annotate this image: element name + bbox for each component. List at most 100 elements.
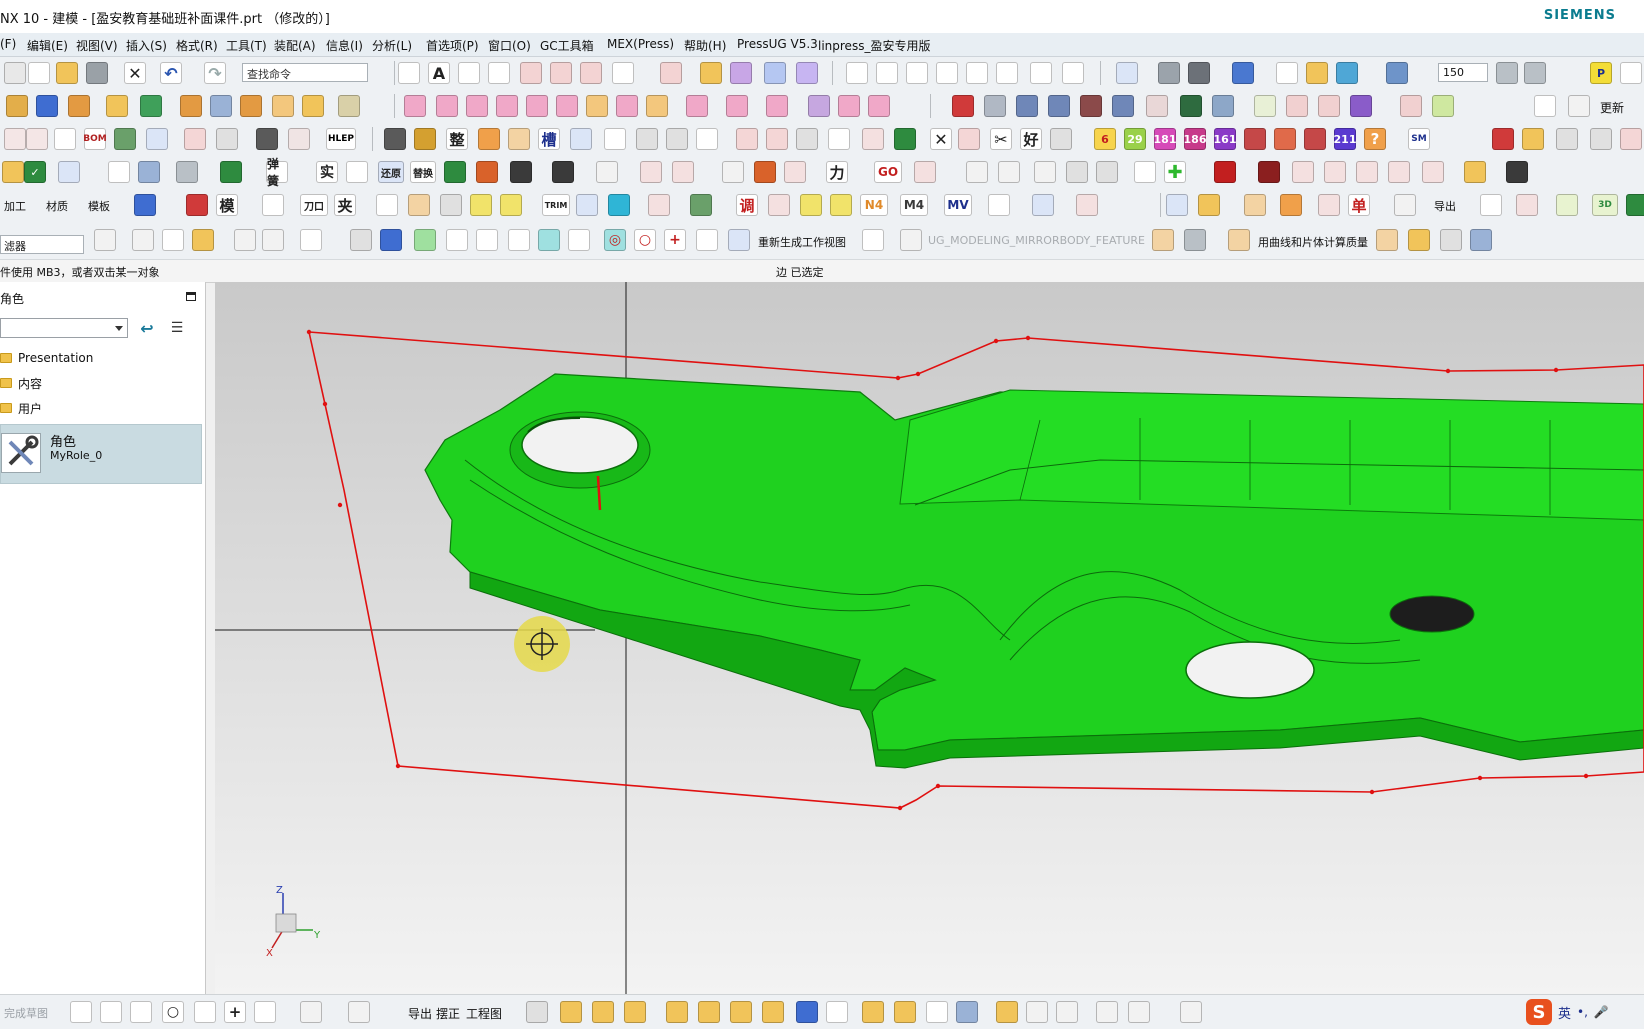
red-tool-icon[interactable] xyxy=(952,95,974,117)
layer-toggle-icon[interactable] xyxy=(1516,194,1538,216)
maximize-icon[interactable] xyxy=(186,292,196,301)
extract-curve-icon[interactable] xyxy=(700,62,722,84)
my-standard-icon[interactable] xyxy=(1556,194,1578,216)
red-arrow-icon[interactable] xyxy=(1214,161,1236,183)
mounting-hole[interactable] xyxy=(521,416,639,474)
mirror-gear-icon[interactable] xyxy=(988,194,1010,216)
black-square-icon[interactable] xyxy=(510,161,532,183)
end-point-icon[interactable] xyxy=(414,229,436,251)
yellow-sq-icon[interactable] xyxy=(1464,161,1486,183)
number-181-icon[interactable]: 181 xyxy=(1154,128,1176,150)
smooth-curve-icon[interactable] xyxy=(1062,62,1084,84)
green-flag-icon[interactable] xyxy=(220,161,242,183)
wave-link-icon[interactable] xyxy=(862,1001,884,1023)
thicken-icon[interactable] xyxy=(586,95,608,117)
mass-calc-icon[interactable] xyxy=(1228,229,1250,251)
blue-box-icon[interactable] xyxy=(1470,229,1492,251)
assembly-cut-icon[interactable] xyxy=(1096,1001,1118,1023)
tooth-icon[interactable] xyxy=(648,194,670,216)
edit-tool-icon[interactable] xyxy=(1180,1001,1202,1023)
help-question-icon[interactable]: ? xyxy=(1364,128,1386,150)
open-folder-icon[interactable] xyxy=(56,62,78,84)
calligraphy-icon[interactable] xyxy=(26,128,48,150)
dots-icon[interactable] xyxy=(1166,194,1188,216)
gears-icon[interactable] xyxy=(1128,1001,1150,1023)
gear-tool-icon[interactable] xyxy=(1212,95,1234,117)
print-icon[interactable] xyxy=(86,62,108,84)
paperclip-icon[interactable] xyxy=(996,1001,1018,1023)
red-glyph-icon[interactable] xyxy=(184,128,206,150)
patch-icon[interactable] xyxy=(646,95,668,117)
studio-spline-icon[interactable] xyxy=(194,1001,216,1023)
slash-icon[interactable] xyxy=(1480,194,1502,216)
stopper-icon[interactable] xyxy=(1432,95,1454,117)
grid-snap-icon[interactable] xyxy=(862,229,884,251)
rectangle-select-icon[interactable] xyxy=(300,229,322,251)
circle-center-icon[interactable]: ◎ xyxy=(604,229,626,251)
die-icon[interactable] xyxy=(6,95,28,117)
cut-tool-icon[interactable] xyxy=(984,95,1006,117)
align-button[interactable]: 摆正 xyxy=(436,1005,460,1022)
zoom-combo[interactable]: 150 xyxy=(1438,63,1488,82)
mounting-hole[interactable] xyxy=(1389,595,1475,633)
clamp-icon[interactable]: 夹 xyxy=(334,194,356,216)
number-161-icon[interactable]: 161 xyxy=(1214,128,1236,150)
yellow-sheet-icon[interactable] xyxy=(1522,128,1544,150)
regenerate-view-icon[interactable] xyxy=(728,229,750,251)
orient-view-icon[interactable] xyxy=(1232,62,1254,84)
number-186-icon[interactable]: 186 xyxy=(1184,128,1206,150)
menu-file[interactable]: (F) xyxy=(0,37,16,51)
window-layout-icon[interactable] xyxy=(1620,62,1642,84)
cao-icon[interactable]: 槽 xyxy=(538,128,560,150)
menu-view[interactable]: 视图(V) xyxy=(76,37,118,54)
hole-icon[interactable] xyxy=(180,95,202,117)
link-icon[interactable] xyxy=(1134,161,1156,183)
layer-icon[interactable] xyxy=(1524,62,1546,84)
mirror-feature-label[interactable]: UG_MODELING_MIRRORBODY_FEATURE xyxy=(928,234,1145,247)
play-icon[interactable] xyxy=(552,161,574,183)
mirror-icon[interactable] xyxy=(838,95,860,117)
menu-edit[interactable]: 编辑(E) xyxy=(27,37,68,54)
menu-gc-toolbox[interactable]: GC工具箱 xyxy=(540,37,594,54)
list-view-icon[interactable]: ☰ xyxy=(166,317,188,339)
single-icon[interactable]: 单 xyxy=(1348,194,1370,216)
quadrant-icon[interactable]: ○ xyxy=(634,229,656,251)
point-on-curve-icon[interactable] xyxy=(696,229,718,251)
close-x-icon[interactable]: ✕ xyxy=(930,128,952,150)
sphere-icon[interactable] xyxy=(134,194,156,216)
return-arrow-icon[interactable]: ↩ xyxy=(136,317,158,339)
reference-set-icon[interactable] xyxy=(926,1001,948,1023)
pink-label-icon[interactable] xyxy=(640,161,662,183)
pin-icon[interactable] xyxy=(1048,95,1070,117)
export-label[interactable]: 导出 xyxy=(1434,198,1456,214)
material-label[interactable]: 材质 xyxy=(46,198,68,214)
angle-icon[interactable] xyxy=(348,1001,370,1023)
layout-icon[interactable] xyxy=(1534,95,1556,117)
dark-red-icon[interactable] xyxy=(1258,161,1280,183)
menu-format[interactable]: 格式(R) xyxy=(176,37,218,54)
mv-move-icon[interactable]: MV xyxy=(944,194,972,216)
polygon-icon[interactable] xyxy=(254,1001,276,1023)
yellow-frame-icon[interactable] xyxy=(2,161,24,183)
brush-icon[interactable] xyxy=(754,161,776,183)
wear-plate-icon[interactable] xyxy=(1318,95,1340,117)
fold-icon[interactable] xyxy=(766,128,788,150)
ime-status[interactable]: S 英 •, 🎤 xyxy=(1526,997,1644,1027)
mo-icon[interactable]: 模 xyxy=(216,194,238,216)
component-array-icon[interactable] xyxy=(624,1001,646,1023)
offset-curve-icon[interactable] xyxy=(550,62,572,84)
sequence-icon[interactable] xyxy=(1026,1001,1048,1023)
mirror-feature-icon[interactable] xyxy=(900,229,922,251)
knife-edge-icon[interactable]: 刀口 xyxy=(300,194,328,216)
force-icon[interactable]: 力 xyxy=(826,161,848,183)
curve-arc-icon[interactable] xyxy=(398,62,420,84)
graphics-viewport[interactable]: Z Y X xyxy=(215,282,1644,994)
replace-icon[interactable]: 替换 xyxy=(410,161,436,183)
project-curve-icon[interactable] xyxy=(520,62,542,84)
search-part-icon[interactable] xyxy=(376,194,398,216)
tree-item-user[interactable]: 用户 xyxy=(0,397,42,419)
plus-green-icon[interactable]: ✚ xyxy=(1164,161,1186,183)
update-display-icon[interactable] xyxy=(1590,128,1612,150)
red-bracket-icon[interactable] xyxy=(768,194,790,216)
assembly-add-icon[interactable] xyxy=(560,1001,582,1023)
